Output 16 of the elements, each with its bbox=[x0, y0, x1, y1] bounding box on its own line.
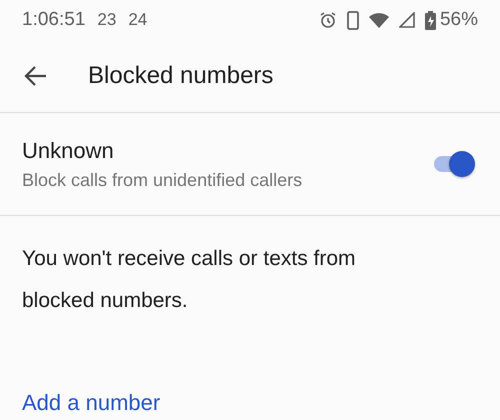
wifi-icon bbox=[368, 12, 389, 28]
setting-title: Unknown bbox=[22, 138, 115, 164]
phone-icon bbox=[346, 10, 359, 30]
notification-count: 24 bbox=[128, 10, 148, 30]
battery-icon bbox=[424, 10, 436, 30]
notification-count: 23 bbox=[97, 10, 116, 30]
setting-summary: Block calls from unidentified callers bbox=[22, 170, 304, 190]
page-title: Blocked numbers bbox=[88, 62, 274, 90]
add-number-link[interactable]: Add a number bbox=[22, 390, 160, 416]
battery-percent: 56% bbox=[440, 9, 478, 31]
signal-icon bbox=[398, 12, 415, 28]
alarm-icon bbox=[318, 11, 337, 29]
status-time: 1:06:51 bbox=[22, 9, 86, 31]
toggle-thumb[interactable] bbox=[449, 151, 475, 177]
back-button[interactable] bbox=[24, 64, 48, 88]
info-text: You won't receive calls or texts from blocked numbers. bbox=[21, 246, 357, 314]
